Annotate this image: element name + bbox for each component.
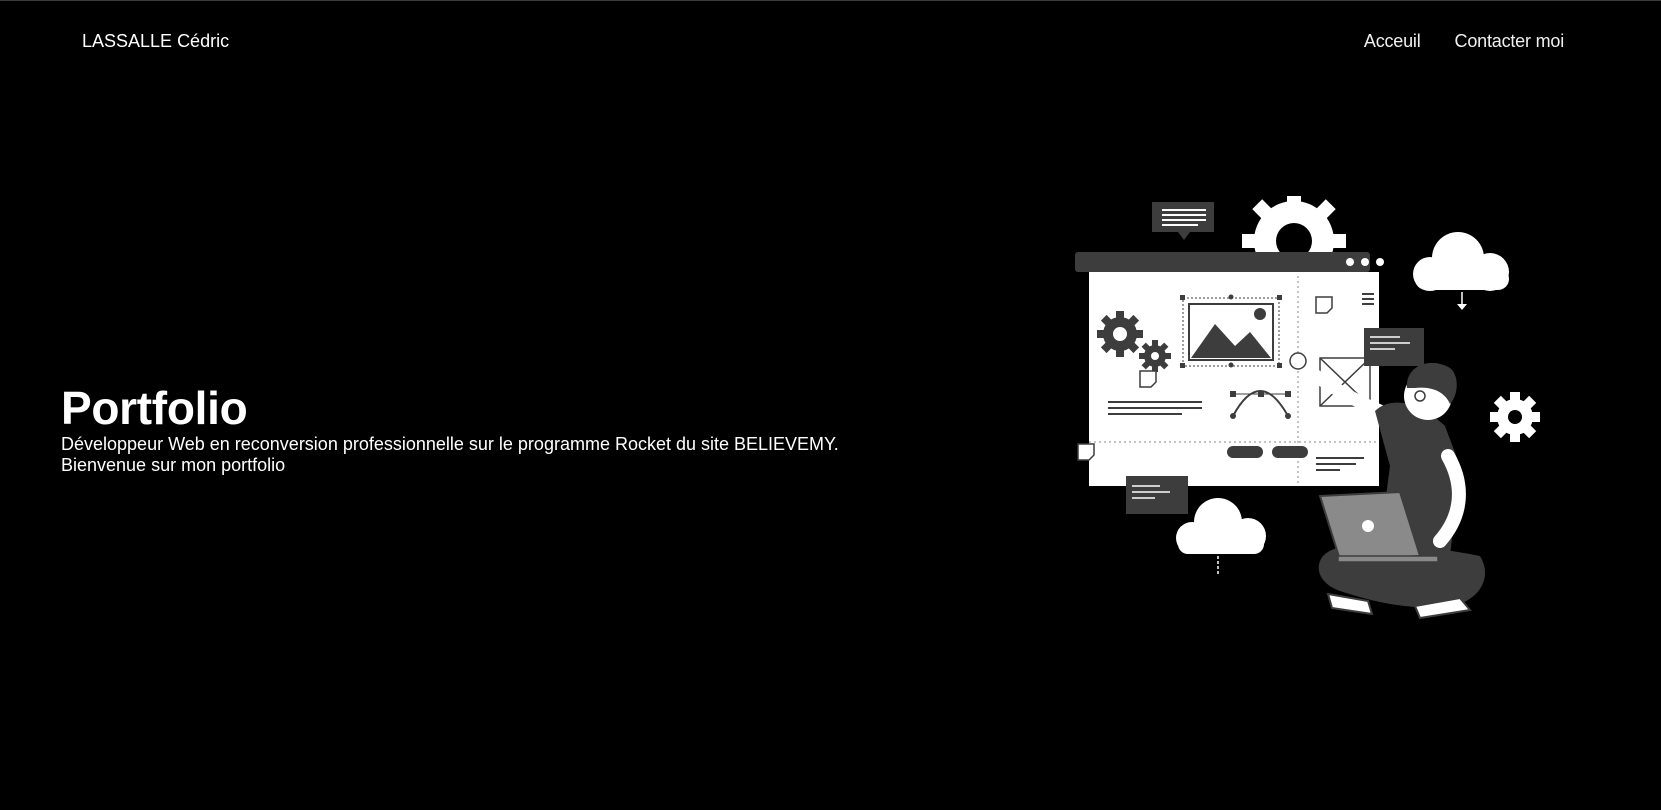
nav-link-contact[interactable]: Contacter moi bbox=[1455, 31, 1565, 52]
cloud-icon bbox=[1413, 232, 1509, 310]
gear-icon-small bbox=[1139, 340, 1171, 372]
image-placeholder-icon bbox=[1180, 294, 1282, 368]
browser-titlebar bbox=[1075, 252, 1384, 272]
brand-logo[interactable]: LASSALLE Cédric bbox=[82, 31, 229, 52]
navbar: LASSALLE Cédric Acceuil Contacter moi bbox=[0, 0, 1661, 84]
illustration-graphic bbox=[1075, 189, 1540, 620]
mock-button bbox=[1272, 446, 1308, 458]
chat-bubble-icon bbox=[1152, 202, 1214, 240]
nav-links: Acceuil Contacter moi bbox=[1364, 31, 1564, 52]
hero-title: Portfolio bbox=[61, 382, 248, 434]
hero-welcome: Bienvenue sur mon portfolio bbox=[61, 455, 286, 475]
nav-link-accueil[interactable]: Acceuil bbox=[1364, 31, 1421, 52]
hero-section: Portfolio Développeur Web en reconversio… bbox=[61, 382, 881, 476]
mock-button bbox=[1227, 446, 1263, 458]
gear-icon-right bbox=[1490, 392, 1540, 442]
cloud-icon bbox=[1176, 498, 1266, 576]
gear-icon-large bbox=[1097, 311, 1143, 357]
hero-description: Développeur Web en reconversion professi… bbox=[61, 434, 839, 454]
web-developer-illustration bbox=[1070, 189, 1550, 666]
